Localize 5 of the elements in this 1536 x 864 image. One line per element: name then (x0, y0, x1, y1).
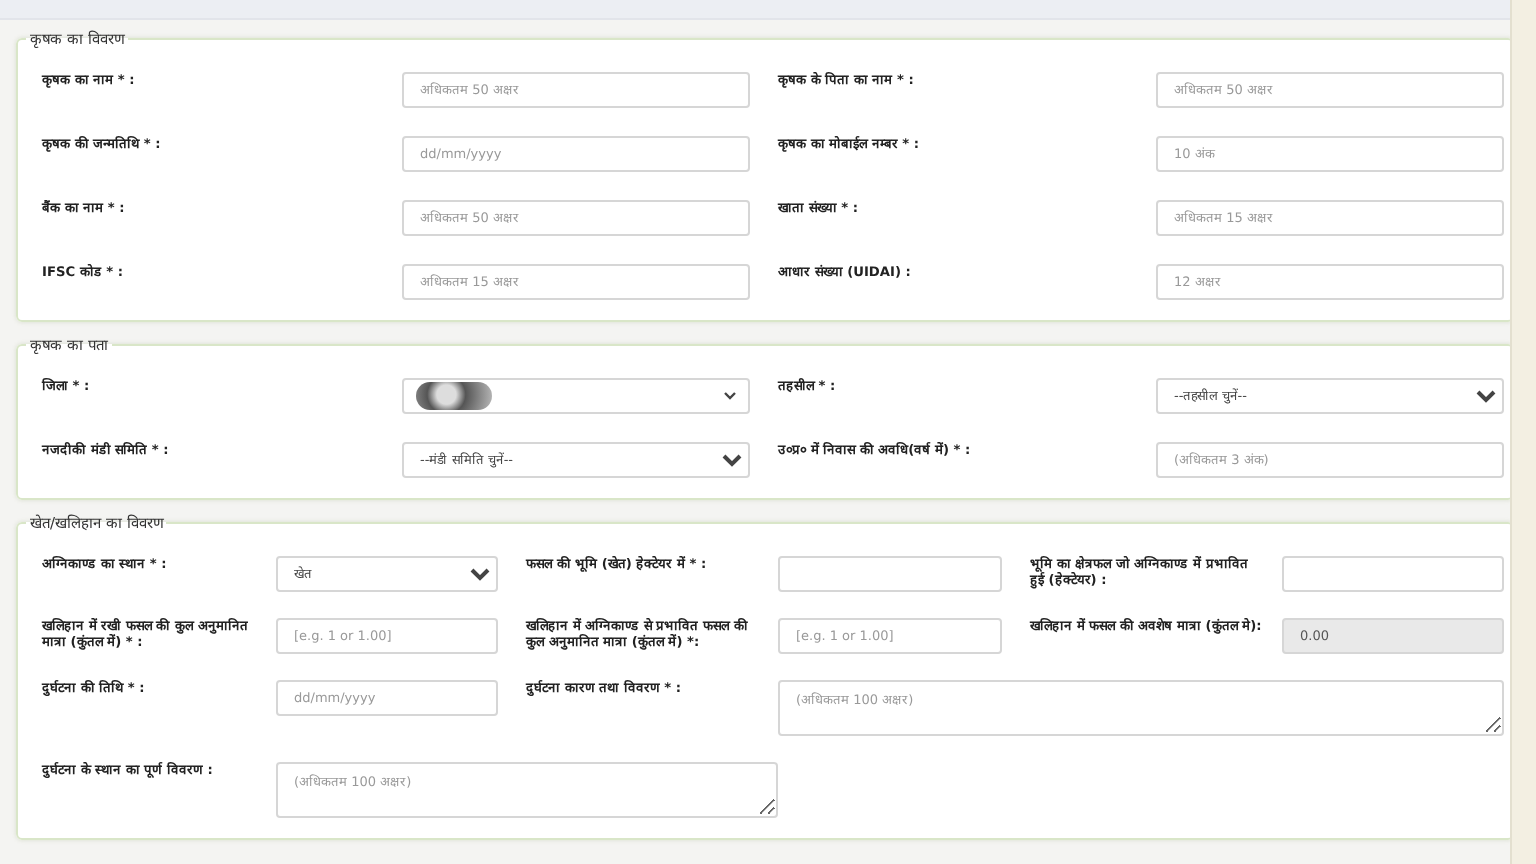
input-field[interactable] (1282, 556, 1504, 592)
redaction-blob (416, 382, 492, 410)
input-field[interactable] (778, 556, 1002, 592)
dropdown[interactable] (402, 378, 750, 414)
chevron-icon (724, 392, 736, 400)
